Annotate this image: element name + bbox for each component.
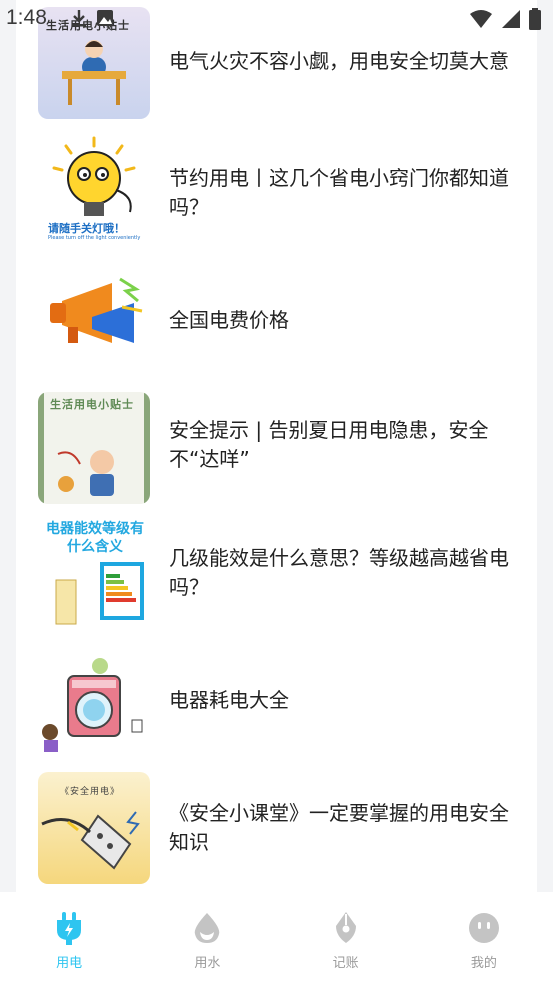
article-item[interactable]: 《安全用电》 《安全小课堂》一定要掌握的用电安全知识 — [16, 768, 537, 892]
signal-icon — [502, 10, 520, 28]
thumbnail-caption: 电器能效等级有什么含义 — [46, 521, 144, 555]
article-title: 《安全小课堂》一定要掌握的用电安全知识 — [169, 801, 509, 854]
megaphone-illustration — [38, 265, 150, 377]
plug-icon — [57, 912, 82, 945]
article-thumbnail: 请随手关灯哦！ Please turn off the light conven… — [38, 134, 150, 246]
article-thumbnail: 生活用电小贴士 — [38, 392, 150, 504]
tab-label: 用电 — [56, 956, 83, 971]
article-item[interactable]: 全国电费价格 — [16, 258, 537, 384]
thumbnail-caption: 生活用电小贴士 — [50, 398, 134, 411]
tab-bookkeeping[interactable]: 记账 — [277, 892, 415, 984]
article-item[interactable]: 电器耗电大全 — [16, 641, 537, 767]
article-thumbnail: 《安全用电》 — [38, 772, 150, 884]
article-list: 生活用电小贴士 电气火灾不容小觑，用电安全切莫大意 请随手关灯哦！ Please… — [16, 0, 537, 892]
article-title: 电器耗电大全 — [169, 688, 289, 712]
tab-profile[interactable]: 我的 — [415, 892, 553, 984]
article-item[interactable]: 生活用电小贴士 安全提示 | 告别夏日用电隐患，安全不“达咩” — [16, 388, 537, 514]
article-title: 全国电费价格 — [169, 308, 289, 332]
status-time: 1:48 — [6, 6, 47, 29]
article-thumbnail — [38, 265, 150, 377]
smiley-icon — [468, 913, 499, 943]
thumbnail-subcaption: Please turn off the light conveniently — [48, 235, 141, 241]
article-thumbnail — [38, 646, 150, 758]
tab-electricity[interactable]: 用电 — [0, 892, 138, 984]
article-item[interactable]: 请随手关灯哦！ Please turn off the light conven… — [16, 128, 537, 254]
article-title: 节约用电丨这几个省电小窍门你都知道吗？ — [169, 166, 509, 219]
notification-icons — [70, 8, 114, 28]
article-thumbnail: 电器能效等级有什么含义 — [38, 518, 150, 630]
battery-icon — [529, 8, 541, 30]
article-title: 几级能效是什么意思？等级越高越省电吗？ — [169, 546, 509, 599]
system-icons — [469, 8, 541, 30]
water-drop-icon — [195, 913, 220, 943]
image-notification-icon — [97, 10, 113, 26]
article-item[interactable]: 电器能效等级有什么含义 几级能效是什么意思？等级越高越省电吗？ — [16, 512, 537, 638]
pen-nib-icon — [335, 912, 356, 943]
thumbnail-caption: 请随手关灯哦！ — [48, 222, 125, 235]
tab-label: 我的 — [470, 956, 497, 971]
article-title: 电气火灾不容小觑，用电安全切莫大意 — [169, 49, 509, 73]
bottom-tab-bar: 用电 用水 记账 我的 — [0, 892, 553, 984]
thumbnail-caption: 《安全用电》 — [60, 787, 121, 797]
tab-water[interactable]: 用水 — [138, 892, 276, 984]
tab-label: 用水 — [194, 956, 221, 971]
washing-machine-illustration — [38, 646, 150, 758]
wifi-icon — [470, 10, 492, 28]
tab-label: 记账 — [332, 956, 359, 971]
status-bar: 1:48 — [0, 0, 553, 36]
article-title: 安全提示 | 告别夏日用电隐患，安全不“达咩” — [169, 418, 489, 471]
download-icon — [72, 10, 86, 27]
